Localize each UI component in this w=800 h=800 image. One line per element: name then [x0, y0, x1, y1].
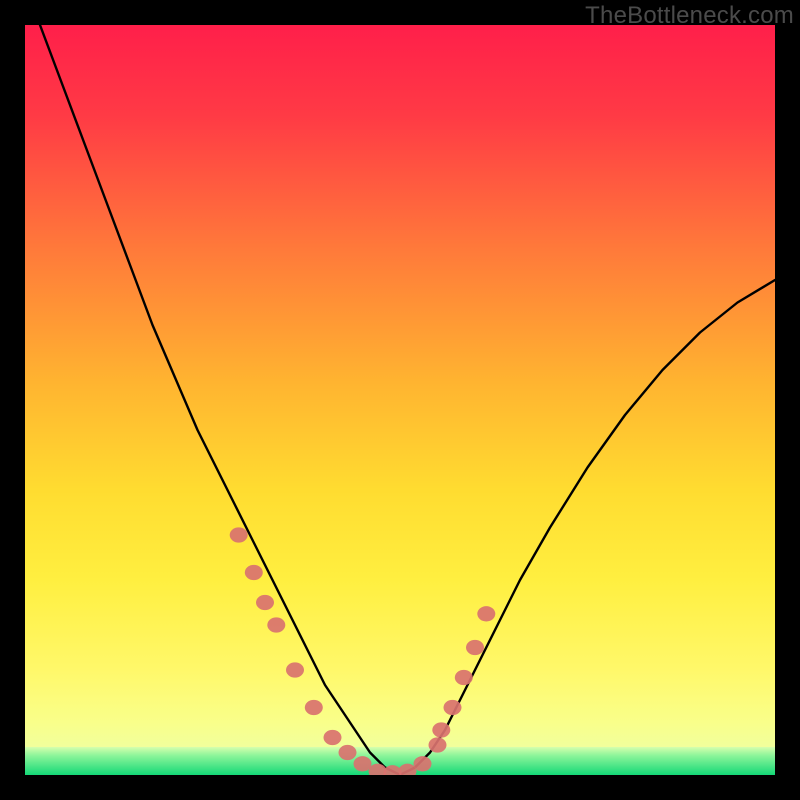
plot-area [25, 25, 775, 775]
curve-marker [477, 606, 495, 621]
gradient-background [25, 25, 775, 775]
curve-marker [414, 756, 432, 771]
curve-marker [267, 617, 285, 632]
curve-marker [444, 700, 462, 715]
curve-marker [339, 745, 357, 760]
chart-svg [25, 25, 775, 775]
curve-marker [305, 700, 323, 715]
curve-marker [354, 756, 372, 771]
curve-marker [432, 722, 450, 737]
curve-marker [466, 640, 484, 655]
curve-marker [455, 670, 473, 685]
curve-marker [245, 565, 263, 580]
curve-marker [429, 737, 447, 752]
chart-frame: TheBottleneck.com [0, 0, 800, 800]
curve-marker [286, 662, 304, 677]
curve-marker [324, 730, 342, 745]
curve-marker [256, 595, 274, 610]
watermark-text: TheBottleneck.com [585, 2, 794, 30]
curve-marker [230, 527, 248, 542]
